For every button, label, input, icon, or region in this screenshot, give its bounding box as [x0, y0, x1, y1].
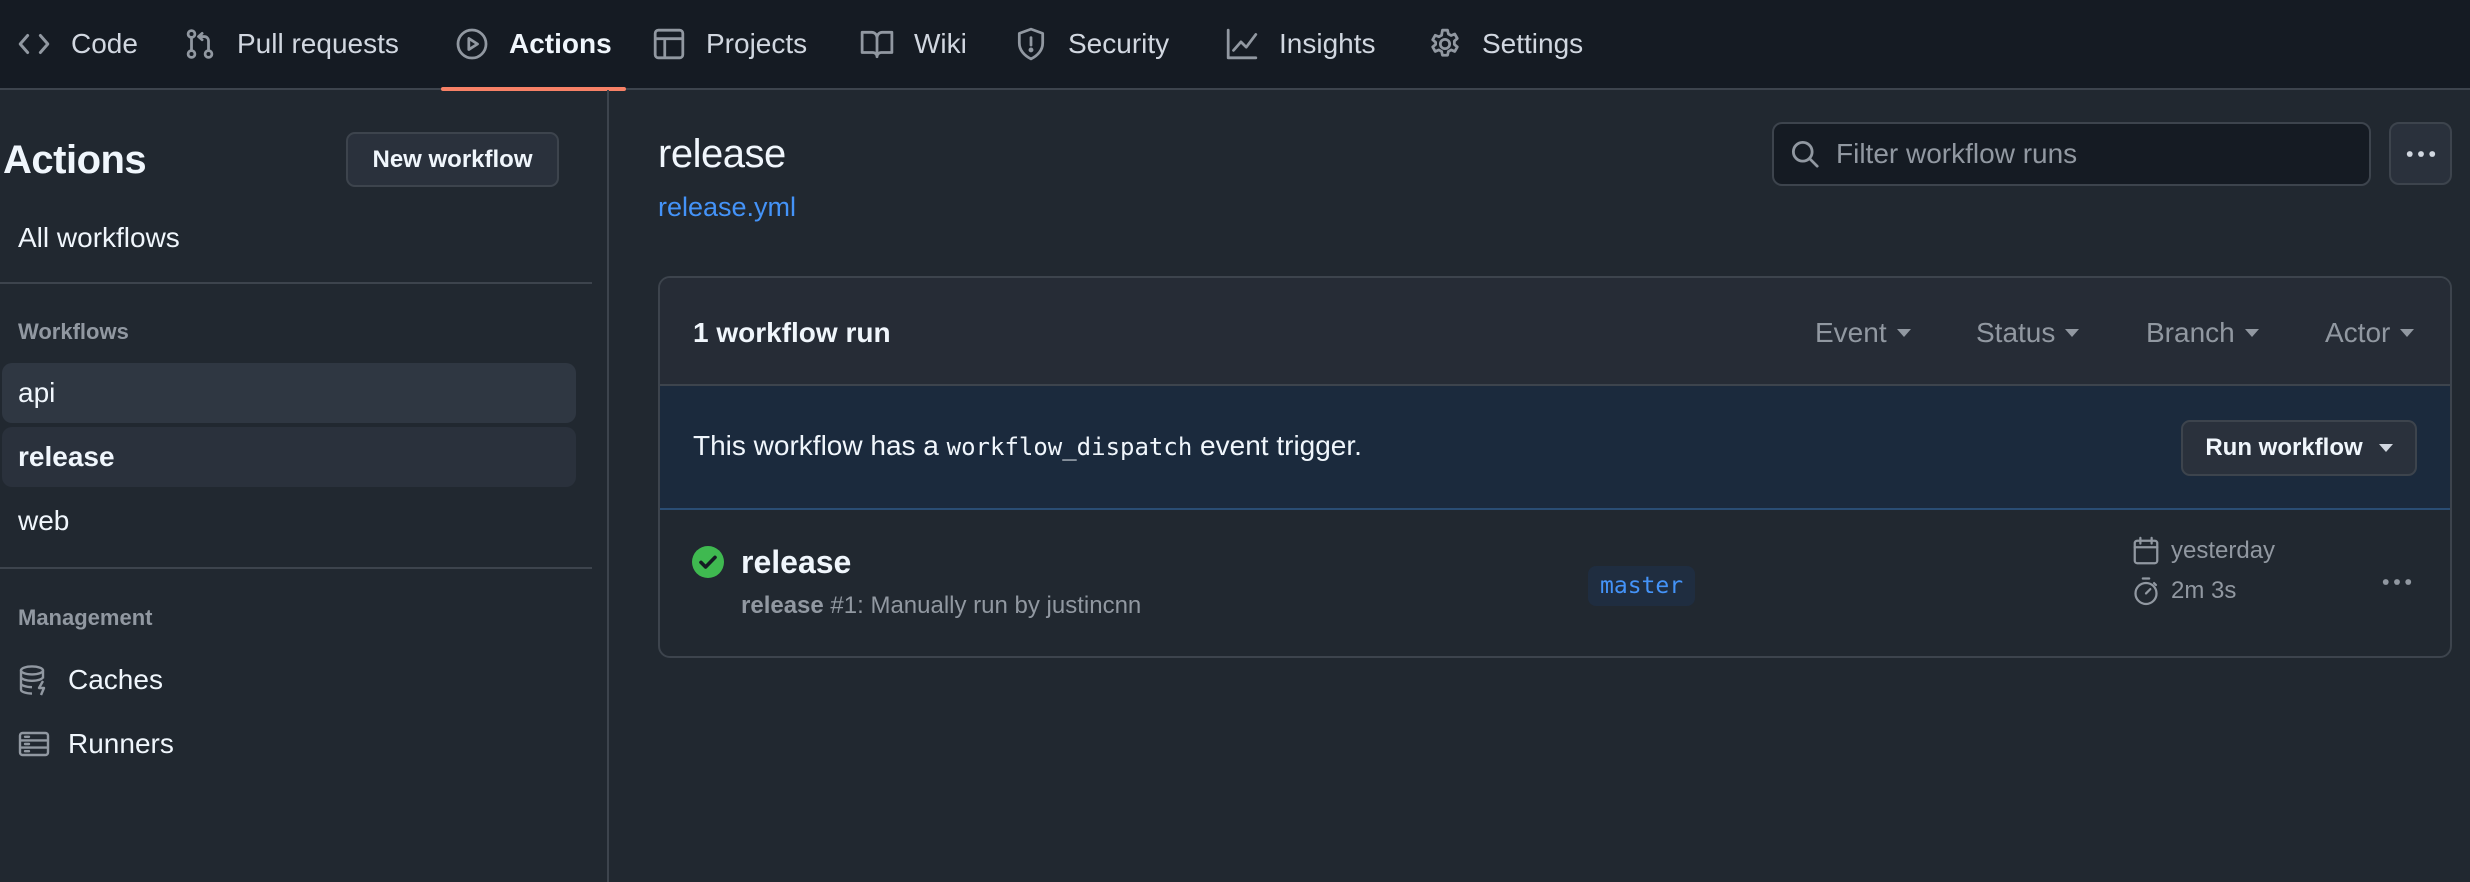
database-icon	[18, 664, 50, 696]
caret-down-icon	[2400, 329, 2415, 337]
dispatch-message: This workflow has a workflow_dispatch ev…	[693, 430, 1362, 462]
book-icon	[860, 27, 894, 61]
shield-icon	[1014, 27, 1048, 61]
workflows-heading: Workflows	[18, 319, 129, 344]
filter-label: Actor	[2325, 317, 2391, 348]
pull-request-icon	[183, 27, 217, 61]
caret-down-icon	[2378, 444, 2393, 452]
filter-placeholder: Filter workflow runs	[1836, 138, 2078, 169]
branch-filter[interactable]: Branch	[2146, 316, 2259, 350]
code-icon	[17, 27, 51, 61]
repo-nav: Code Pull requests Actions Projects Wiki…	[0, 0, 2470, 91]
tab-label: Wiki	[914, 28, 967, 59]
sidebar-item-label: web	[18, 505, 70, 536]
tab-label: Security	[1068, 28, 1170, 59]
caret-down-icon	[1896, 329, 1911, 337]
kebab-horizontal-icon	[2379, 564, 2415, 600]
run-options-button[interactable]	[2372, 562, 2422, 602]
tab-label: Insights	[1279, 28, 1376, 59]
table-icon	[652, 27, 686, 61]
actor-filter[interactable]: Actor	[2325, 316, 2415, 350]
new-workflow-button[interactable]: New workflow	[346, 132, 559, 187]
caret-down-icon	[2065, 329, 2080, 337]
tab-label: Pull requests	[237, 28, 399, 59]
tab-label: Projects	[706, 28, 808, 59]
run-meta-detail: #1: Manually run by justincnn	[823, 592, 1142, 619]
check-circle-icon	[692, 546, 724, 578]
filter-label: Branch	[2146, 317, 2235, 348]
tab-code[interactable]: Code	[17, 0, 138, 88]
run-workflow-button[interactable]: Run workflow	[2181, 420, 2417, 476]
run-title-link[interactable]: release	[741, 544, 851, 581]
workflow-runs-box: 1 workflow run Event Status Branch Actor…	[658, 276, 2452, 658]
tab-wiki[interactable]: Wiki	[860, 0, 967, 88]
workflow-run-row[interactable]: release release #1: Manually run by just…	[660, 510, 2450, 656]
play-icon	[455, 27, 489, 61]
sidebar-separator	[0, 282, 592, 284]
sidebar-item-api[interactable]: api	[2, 363, 576, 423]
calendar-icon	[2131, 536, 2161, 566]
run-duration: 2m 3s	[2131, 574, 2236, 608]
tab-projects[interactable]: Projects	[652, 0, 807, 88]
tab-pull-requests[interactable]: Pull requests	[183, 0, 399, 88]
run-date: yesterday	[2131, 534, 2275, 568]
management-heading: Management	[18, 605, 153, 630]
tab-actions[interactable]: Actions	[441, 0, 626, 91]
sidebar-item-all-workflows[interactable]: All workflows	[2, 208, 576, 268]
runs-count: 1 workflow run	[693, 317, 891, 348]
sidebar-item-web[interactable]: web	[2, 491, 576, 551]
graph-icon	[1225, 27, 1259, 61]
dispatch-code: workflow_dispatch	[946, 433, 1193, 461]
sidebar-item-label: api	[18, 377, 56, 408]
dispatch-text-after: event trigger.	[1192, 430, 1362, 461]
sidebar-item-label: Runners	[68, 728, 174, 759]
run-date-text: yesterday	[2171, 537, 2276, 564]
runs-header: 1 workflow run Event Status Branch Actor	[660, 278, 2450, 386]
run-workflow-label: Run workflow	[2205, 434, 2363, 461]
workflow-dispatch-banner: This workflow has a workflow_dispatch ev…	[660, 386, 2450, 510]
filter-label: Event	[1815, 317, 1887, 348]
sidebar: Actions New workflow All workflows Workf…	[0, 90, 608, 882]
filter-workflow-runs-input[interactable]: Filter workflow runs	[1772, 122, 2371, 186]
sidebar-item-release[interactable]: release	[2, 427, 576, 487]
sidebar-item-label: All workflows	[18, 222, 180, 253]
sidebar-item-caches[interactable]: Caches	[18, 660, 163, 700]
more-options-button[interactable]	[2389, 122, 2452, 185]
filter-label: Status	[1976, 317, 2056, 348]
sidebar-item-label: Caches	[68, 664, 163, 695]
tab-security[interactable]: Security	[1014, 0, 1169, 88]
sidebar-separator	[0, 567, 592, 569]
event-filter[interactable]: Event	[1815, 316, 1911, 350]
sidebar-item-runners[interactable]: Runners	[18, 724, 174, 764]
status-filter[interactable]: Status	[1976, 316, 2080, 350]
tab-label: Actions	[509, 28, 612, 59]
tab-label: Code	[71, 28, 138, 59]
tab-insights[interactable]: Insights	[1225, 0, 1376, 88]
run-duration-text: 2m 3s	[2171, 577, 2237, 604]
tab-settings[interactable]: Settings	[1428, 0, 1583, 88]
dispatch-text-before: This workflow has a	[693, 430, 947, 461]
branch-tag[interactable]: master	[1588, 566, 1696, 606]
caret-down-icon	[2244, 329, 2259, 337]
stopwatch-icon	[2131, 576, 2161, 606]
sidebar-title: Actions	[3, 138, 147, 182]
run-meta: release #1: Manually run by justincnn	[741, 592, 1141, 620]
sidebar-item-label: release	[18, 441, 115, 472]
server-icon	[18, 728, 50, 760]
workflow-file-link[interactable]: release.yml	[658, 192, 796, 223]
search-icon	[1790, 139, 1820, 169]
kebab-horizontal-icon	[2403, 136, 2439, 172]
gear-icon	[1428, 27, 1462, 61]
workflow-title: release	[658, 132, 786, 176]
run-meta-workflow: release	[741, 592, 824, 619]
tab-label: Settings	[1482, 28, 1584, 59]
